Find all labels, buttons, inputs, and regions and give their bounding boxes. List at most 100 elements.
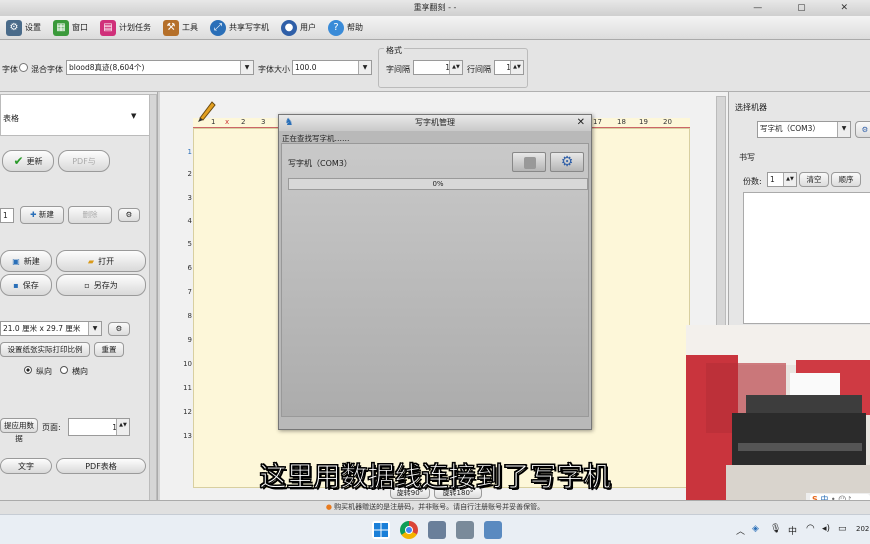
video-subtitle: 这里用数据线连接到了写字机 (259, 462, 611, 494)
check-icon: ✔ (13, 154, 24, 168)
reset-button[interactable]: 重置 (94, 342, 124, 357)
stop-icon (524, 157, 536, 169)
writer-app-icon[interactable] (484, 521, 502, 539)
close-icon[interactable]: ✕ (577, 115, 585, 131)
vertical-ruler: 1 2 3 4 5 6 7 8 9 10 11 12 13 (180, 128, 193, 478)
gear-icon[interactable]: ⚙ (855, 121, 870, 138)
add-icon: ✚ (30, 210, 37, 219)
save-as-button[interactable]: ▫ 另存为 (56, 274, 146, 296)
gear-icon: ⚙ (6, 19, 22, 36)
info-dot-icon: ● (325, 503, 332, 511)
wifi-icon[interactable]: ◠ (806, 523, 815, 534)
machine-select[interactable]: 写字机（COM3） ▼ (757, 121, 851, 138)
taskbar: ︿ ◈ 🎙 中 ◠ ◂) ▭ 202 (0, 514, 870, 544)
menu-window[interactable]: ▦ 窗口 (53, 17, 88, 39)
window-controls[interactable]: — ▢ ✕ (753, 0, 864, 16)
battery-icon[interactable]: ▭ (838, 524, 847, 534)
status-text: 购买机器赠送的是注册码，并非账号。请自行注册账号并妥善保管。 (334, 503, 545, 511)
robot-icon: ♞ (284, 117, 294, 128)
left-panel: 表格 ▼ ✔ 更新 PDF与 1 ✚ 新建 删除 ⚙ ▣ 新建 ▰ 打开 ▪ 保存 ▫ 另… (0, 92, 158, 516)
clock-year[interactable]: 202 (856, 525, 869, 533)
help-icon: ? (328, 19, 344, 36)
hammer-icon: ⚒ (163, 19, 179, 36)
format-label: 格式 (384, 45, 404, 56)
gear-icon[interactable]: ⚙ (118, 208, 140, 222)
font-size-label: 字体大小 (258, 65, 290, 74)
table-dropdown[interactable]: 表格 ▼ (0, 94, 150, 136)
progress-text: 0% (432, 180, 444, 188)
start-icon[interactable] (372, 521, 390, 539)
writer-manager-dialog: ♞ 写字机管理 ✕ 正在查找写字机…… 写字机（COM3） ⚙ 0% (278, 114, 592, 430)
landscape-radio[interactable] (60, 366, 68, 374)
ime-tray[interactable]: 中 (788, 524, 797, 537)
dialog-title: 写字机管理 (415, 118, 455, 127)
update-button[interactable]: ✔ 更新 (2, 150, 54, 172)
font-radio-label[interactable]: 字体 (2, 64, 18, 75)
mic-icon[interactable]: 🎙 (770, 524, 781, 534)
media-icon[interactable] (456, 521, 474, 539)
shield-icon[interactable]: ◈ (752, 524, 759, 534)
paper-size-select[interactable]: 21.0 厘米 x 29.7 厘米 ▼ (0, 321, 102, 336)
clear-button[interactable]: 清空 (799, 172, 829, 187)
delete-button[interactable]: 删除 (68, 206, 112, 224)
folder-icon: ▰ (87, 256, 95, 266)
open-button[interactable]: ▰ 打开 (56, 250, 146, 272)
device-settings-button[interactable]: ⚙ (550, 152, 584, 172)
volume-icon[interactable]: ◂) (822, 524, 830, 534)
menu-share-writer[interactable]: ⤢ 共享写字机 (210, 17, 269, 39)
mixed-font-label: 混合字体 (31, 65, 63, 74)
new-button[interactable]: ▣ 新建 (0, 250, 52, 272)
chevron-down-icon: ▼ (358, 61, 371, 74)
share-icon: ⤢ (210, 19, 226, 36)
save-icon: ▪ (13, 280, 19, 290)
tray-chevron-icon[interactable]: ︿ (736, 524, 745, 537)
save-as-icon: ▫ (84, 280, 90, 290)
portrait-label: 纵向 (36, 367, 52, 376)
line-spacing-label: 行间隔 (467, 65, 491, 74)
chrome-icon[interactable] (400, 521, 418, 539)
status-bar: ● 购买机器赠送的是注册码，并非账号。请自行注册账号并妥善保管。 (0, 500, 870, 514)
select-machine-label: 选择机器 (735, 103, 767, 112)
new-small-button[interactable]: ✚ 新建 (20, 206, 64, 224)
window-title-bar: 重享翻刻 - - — ▢ ✕ (0, 0, 870, 16)
dialog-title-bar: ♞ 写字机管理 ✕ (279, 115, 591, 131)
char-spacing-stepper[interactable]: 1 ▲▼ (413, 60, 463, 75)
char-spacing-label: 字间隔 (386, 65, 410, 74)
write-list[interactable] (743, 192, 870, 324)
menu-bar: ⚙ 设置 ▦ 窗口 ▤ 计划任务 ⚒ 工具 ⤢ 共享写字机 ● 用户 ? 帮助 (0, 16, 870, 40)
line-spacing-stepper[interactable]: 1 ▲▼ (494, 60, 524, 75)
font-select[interactable]: blood8真迹(8,604个) ▼ (66, 60, 254, 75)
menu-user[interactable]: ● 用户 (281, 17, 316, 39)
chevron-down-icon: ▼ (837, 122, 850, 137)
menu-settings[interactable]: ⚙ 设置 (6, 17, 41, 39)
gear-icon[interactable]: ⚙ (108, 322, 130, 336)
font-size-select[interactable]: 100.0 ▼ (292, 60, 372, 75)
menu-tools[interactable]: ⚒ 工具 (163, 17, 198, 39)
left-scrollbar[interactable] (149, 94, 157, 514)
options-bar: 字体 混合字体 blood8真迹(8,604个) ▼ 字体大小 100.0 ▼ 格式… (0, 40, 870, 92)
order-button[interactable]: 顺序 (831, 172, 861, 187)
chevron-down-icon: ▼ (240, 61, 253, 74)
app-icon[interactable] (428, 521, 446, 539)
mixed-font-radio[interactable] (19, 63, 28, 72)
device-status-button[interactable] (512, 152, 546, 172)
copies-stepper[interactable]: 1 ▲▼ (767, 172, 797, 187)
apply-data-button[interactable]: 提应用数据 (0, 418, 38, 443)
portrait-radio[interactable] (24, 366, 32, 374)
new-file-icon: ▣ (12, 256, 20, 266)
gear-icon: ⚙ (560, 154, 574, 170)
page-stepper[interactable]: 1 ▲▼ (68, 418, 130, 436)
write-label: 书写 (739, 153, 755, 162)
window-title: 重享翻刻 - - (413, 3, 457, 12)
set-ratio-button[interactable]: 设置纸张实际打印比例 (0, 342, 90, 357)
chevron-down-icon: ▼ (88, 322, 101, 335)
count-stepper[interactable]: 1 (0, 208, 14, 223)
dialog-body: 写字机（COM3） ⚙ 0% (281, 143, 589, 417)
device-label: 写字机（COM3） (288, 159, 352, 168)
chevron-down-icon: ▼ (131, 112, 137, 120)
page-label: 页面: (42, 423, 61, 432)
save-button[interactable]: ▪ 保存 (0, 274, 52, 296)
pdf-button[interactable]: PDF与 (58, 150, 110, 172)
menu-schedule[interactable]: ▤ 计划任务 (100, 17, 151, 39)
menu-help[interactable]: ? 帮助 (328, 17, 363, 39)
